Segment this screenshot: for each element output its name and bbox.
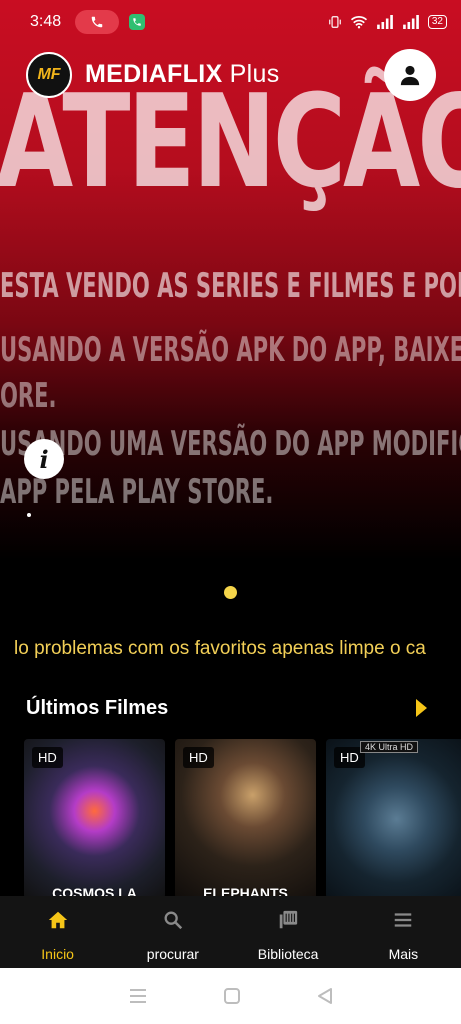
nav-label: Inicio xyxy=(41,946,74,962)
status-time: 3:48 xyxy=(30,13,62,30)
system-navigation-bar xyxy=(0,968,461,1024)
wifi-icon xyxy=(350,16,367,29)
carousel-page-indicator[interactable] xyxy=(224,586,237,599)
bottom-navigation: Inicio procurar Biblioteca Mais xyxy=(0,896,461,968)
section-title: Últimos Filmes xyxy=(26,697,169,719)
vibrate-icon xyxy=(329,16,341,28)
app-title: MEDIAFLIX Plus xyxy=(85,60,280,89)
app-suffix: Plus xyxy=(229,60,280,88)
app-logo[interactable]: MF xyxy=(26,52,72,98)
menu-icon xyxy=(392,908,414,932)
back-icon[interactable] xyxy=(316,987,334,1005)
home-icon xyxy=(47,908,69,932)
see-more-arrow-icon[interactable] xyxy=(416,699,427,717)
hero-line: ESTA VENDO AS SERIES E FILMES E POR D xyxy=(0,266,461,306)
movie-poster[interactable]: HD ELEPHANTS xyxy=(175,739,316,899)
status-bar: 3:48 32 xyxy=(0,0,461,44)
quality-badge: HD xyxy=(32,747,63,768)
info-icon: i xyxy=(39,444,49,474)
nav-item-biblioteca[interactable]: Biblioteca xyxy=(231,896,346,968)
nav-item-mais[interactable]: Mais xyxy=(346,896,461,968)
app-name: MEDIAFLIX xyxy=(85,60,223,88)
nav-label: Mais xyxy=(388,946,419,962)
nav-item-procurar[interactable]: procurar xyxy=(115,896,230,968)
nav-item-inicio[interactable]: Inicio xyxy=(0,896,115,968)
movie-poster[interactable]: HD 4K Ultra HD xyxy=(326,739,461,899)
library-icon xyxy=(277,908,299,932)
hero-line: USANDO UMA VERSÃO DO APP MODIFICAD xyxy=(0,424,461,464)
call-indicator-icon xyxy=(75,10,120,34)
home-button-icon[interactable] xyxy=(223,987,241,1005)
quality-badge: HD xyxy=(183,747,214,768)
movie-poster[interactable]: HD COSMOS LA xyxy=(24,739,165,899)
movie-carousel[interactable]: HD COSMOS LA HD ELEPHANTS HD 4K Ultra HD xyxy=(24,739,461,899)
notice-marquee: lo problemas com os favoritos apenas lim… xyxy=(14,638,426,659)
user-icon xyxy=(400,65,420,86)
signal-icon xyxy=(377,15,393,29)
hero-line: ORE. xyxy=(0,376,57,416)
nav-label: procurar xyxy=(146,946,199,962)
indicator-dot xyxy=(27,513,31,517)
info-button[interactable]: i xyxy=(24,439,64,479)
recent-apps-icon[interactable] xyxy=(128,987,148,1005)
profile-button[interactable] xyxy=(384,49,436,101)
battery-indicator: 32 xyxy=(427,15,447,29)
status-icons: 32 xyxy=(328,15,447,29)
search-icon xyxy=(162,908,184,932)
nav-label: Biblioteca xyxy=(257,946,319,962)
hero-line: USANDO A VERSÃO APK DO APP, BAIXE OU xyxy=(0,330,461,370)
signal-icon xyxy=(403,15,419,29)
uhd-badge: 4K Ultra HD xyxy=(360,741,419,753)
phone-app-icon xyxy=(129,14,146,30)
